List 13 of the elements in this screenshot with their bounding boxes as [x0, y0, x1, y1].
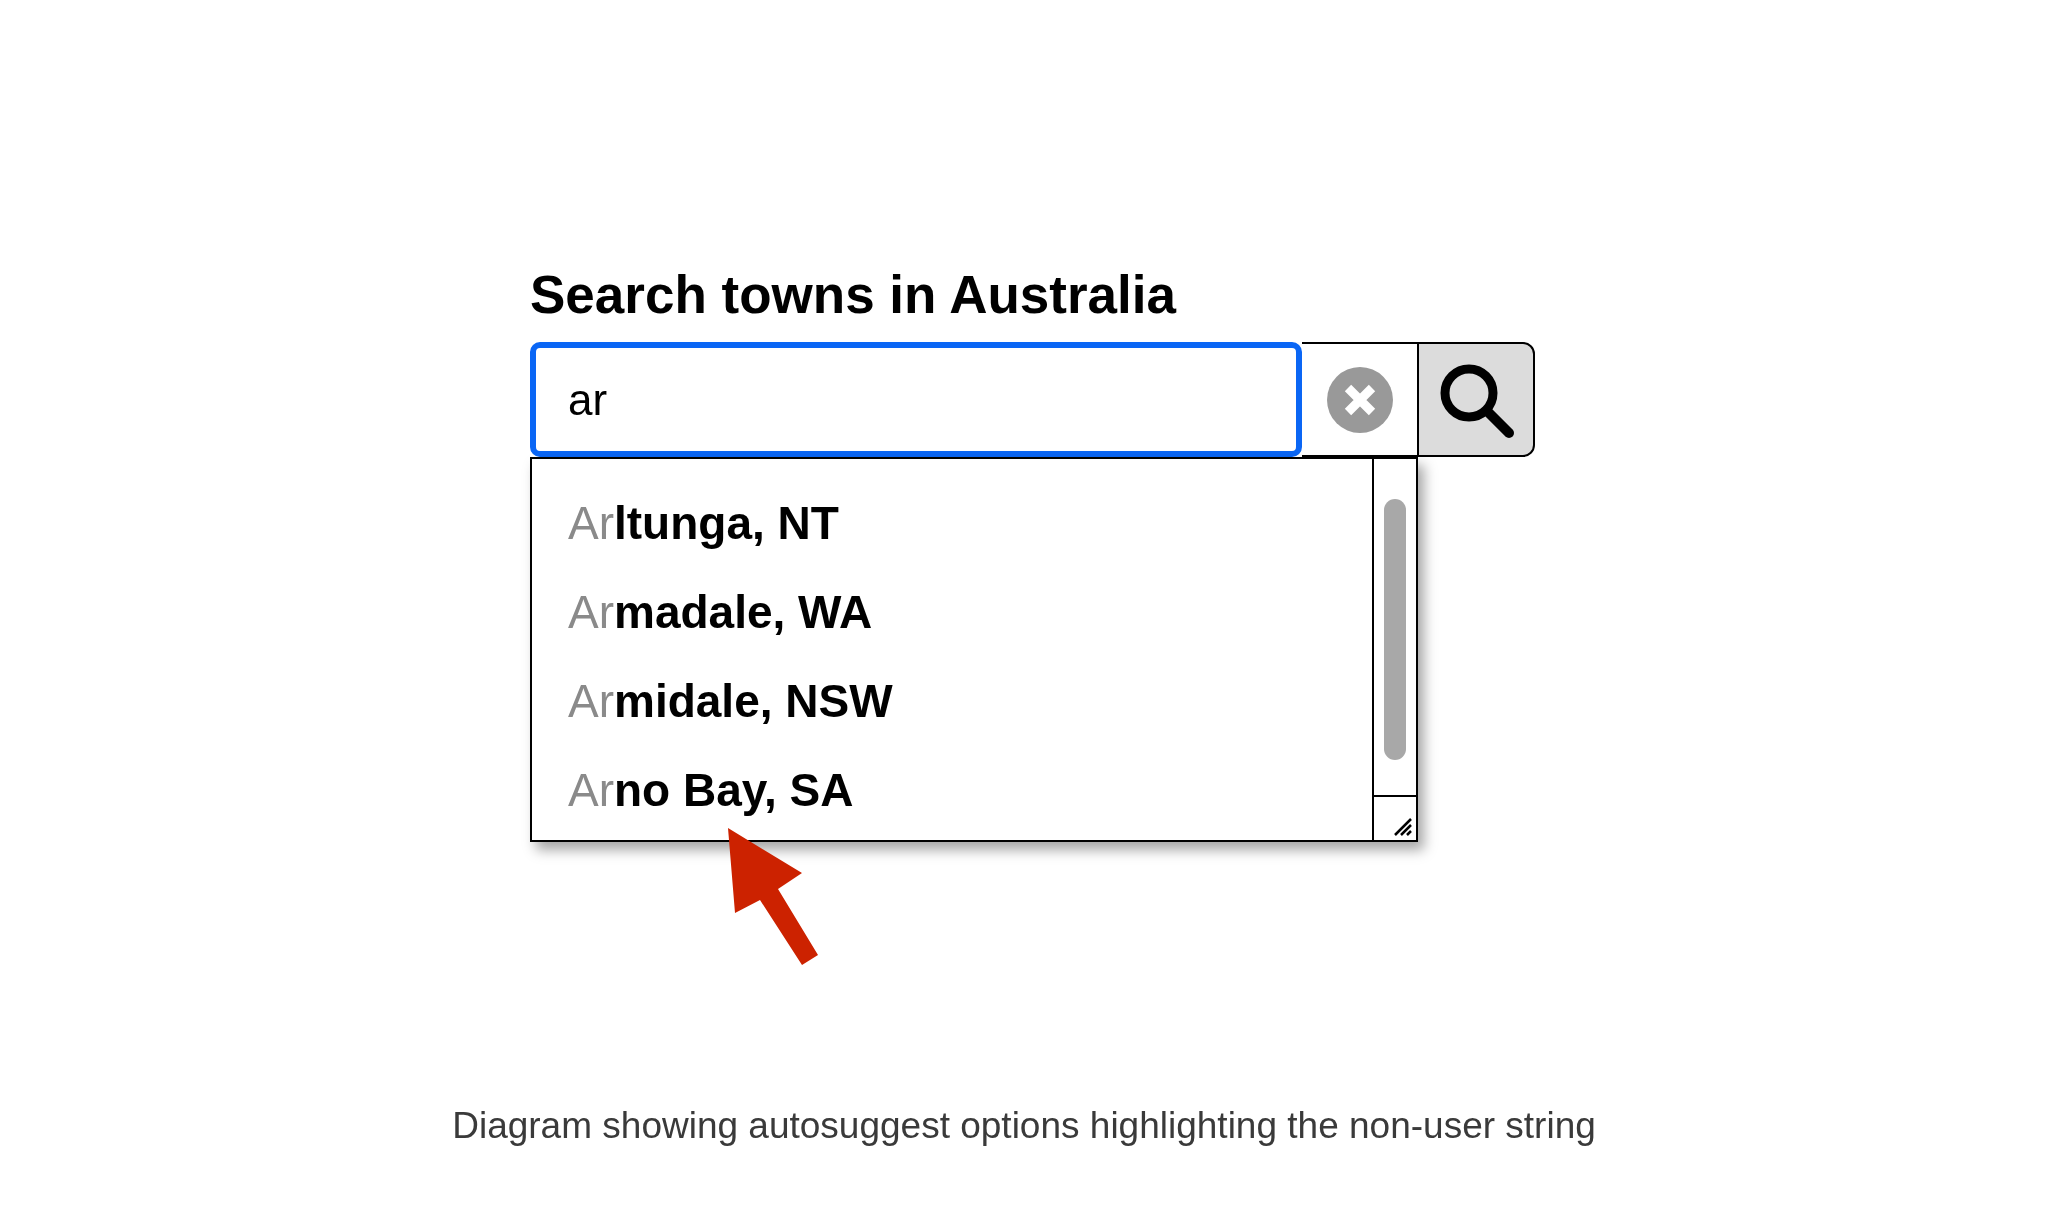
search-field[interactable]: ar — [530, 342, 1302, 457]
search-button[interactable] — [1417, 342, 1535, 457]
scrollbar-thumb[interactable] — [1384, 499, 1406, 760]
suggestion-option[interactable]: Armadale, WA — [532, 568, 1372, 657]
suggestion-option[interactable]: Arno Bay, SA — [532, 746, 1372, 835]
clear-button[interactable] — [1302, 342, 1417, 457]
suggestion-option[interactable]: Armidale, NSW — [532, 657, 1372, 746]
arrow-icon — [728, 828, 819, 966]
suggestion-option[interactable]: Arltunga, NT — [532, 479, 1372, 568]
caption: Diagram showing autosuggest options highlighting the non-user string — [452, 1105, 1596, 1147]
clear-icon — [1326, 366, 1393, 433]
resize-grip-icon[interactable] — [1394, 818, 1412, 836]
heading: Search towns in Australia — [530, 268, 1176, 321]
